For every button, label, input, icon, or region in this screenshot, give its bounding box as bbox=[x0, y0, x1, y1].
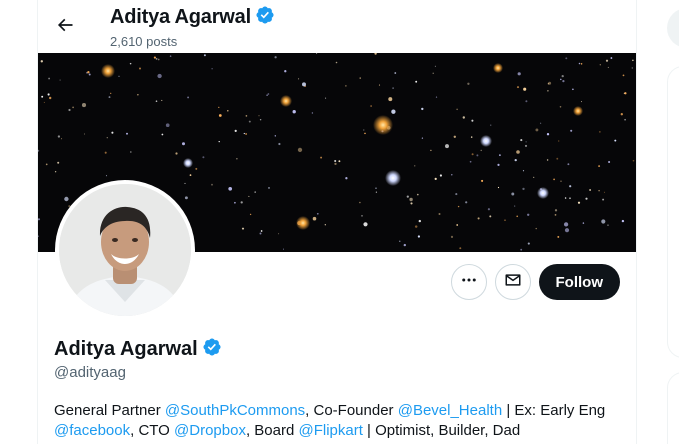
header-display-name: Aditya Agarwal bbox=[110, 6, 251, 28]
arrow-left-icon bbox=[55, 15, 75, 40]
profile-display-name: Aditya Agarwal bbox=[54, 338, 198, 360]
mention-link[interactable]: @Dropbox bbox=[174, 422, 246, 439]
sidebar-card bbox=[667, 372, 679, 444]
profile-name-row: Aditya Agarwal bbox=[54, 337, 222, 362]
bio-text: , Board bbox=[245, 422, 299, 439]
bio-text: | Optimist, Builder, Dad bbox=[362, 422, 521, 439]
bio-text: , CTO bbox=[130, 422, 175, 439]
mention-link[interactable]: @Flipkart bbox=[298, 422, 362, 439]
envelope-icon bbox=[504, 271, 522, 294]
header-title-row: Aditya Agarwal bbox=[110, 5, 275, 30]
avatar-photo bbox=[59, 184, 191, 316]
sidebar-card bbox=[667, 66, 679, 358]
profile-header: Aditya Agarwal 2,610 posts bbox=[38, 0, 636, 53]
profile-column: Aditya Agarwal 2,610 posts Follow Aditya… bbox=[37, 0, 637, 444]
profile-avatar[interactable] bbox=[55, 180, 195, 320]
bio-text: General Partner bbox=[54, 402, 165, 419]
verified-badge-icon bbox=[255, 5, 275, 30]
profile-bio: General Partner @SouthPkCommons, Co-Foun… bbox=[54, 401, 624, 441]
search-bar[interactable] bbox=[667, 8, 679, 48]
more-button[interactable] bbox=[450, 264, 487, 300]
follow-button[interactable]: Follow bbox=[538, 264, 620, 300]
mention-link[interactable]: @facebook bbox=[54, 422, 130, 439]
verified-badge-icon[interactable] bbox=[202, 337, 222, 362]
mention-link[interactable]: @Bevel_Health bbox=[398, 402, 502, 419]
profile-handle: @adityaag bbox=[54, 364, 126, 381]
more-horizontal-icon bbox=[460, 271, 478, 294]
bio-text: | Ex: Early Eng bbox=[502, 402, 606, 419]
right-sidebar bbox=[637, 0, 679, 444]
bio-text: , Co-Founder bbox=[305, 402, 398, 419]
profile-actions: Follow bbox=[450, 264, 620, 300]
left-gutter bbox=[0, 0, 38, 444]
back-button[interactable] bbox=[48, 10, 82, 44]
mention-link[interactable]: @SouthPkCommons bbox=[165, 402, 305, 419]
message-button[interactable] bbox=[494, 264, 531, 300]
post-count: 2,610 posts bbox=[110, 34, 178, 49]
